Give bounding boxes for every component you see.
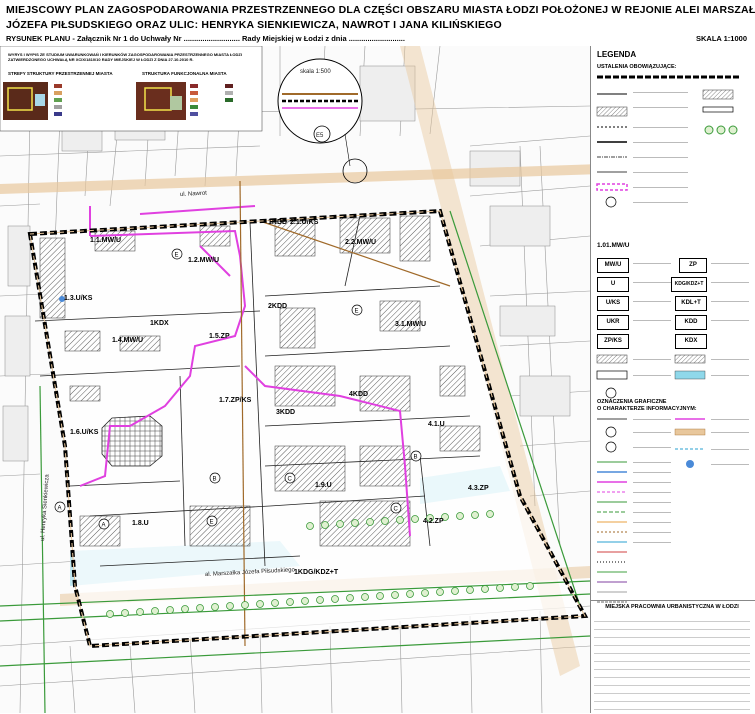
inset-right-title: STRUKTURA FUNKCJONALNA MIASTA — [142, 71, 227, 76]
svg-text:B: B — [213, 477, 217, 483]
inset-left-title: STREFY STRUKTURY PRZESTRZENNEJ MIASTA — [8, 71, 113, 76]
marker-a: A — [98, 518, 110, 530]
zone-label[interactable]: 2.1.U/KS — [290, 219, 319, 226]
zone-label[interactable]: 1.5.ZP — [209, 333, 230, 340]
svg-text:E: E — [175, 253, 179, 259]
detail-code: E5 — [316, 133, 324, 139]
zone-label[interactable]: 4.3.ZP — [468, 485, 489, 492]
legend-zone-example: 1.01.MW/U — [597, 242, 630, 249]
zone-label[interactable]: 2KDD — [268, 303, 287, 310]
detail-scale-label: skala 1:500 — [300, 69, 331, 75]
zone-label[interactable]: 1KDD — [268, 219, 287, 226]
marker-b: B — [410, 450, 422, 462]
marker-c: C — [284, 472, 296, 484]
inset-note: WYRYS I WYPIS ZE STUDIUM UWARUNKOWAŃ I K… — [6, 50, 261, 120]
zone-label[interactable]: 1.8.U — [132, 520, 149, 527]
legend-section-binding: USTALENIA OBOWIĄZUJĄCE: — [597, 64, 677, 70]
marker-e: E — [351, 304, 363, 316]
legend-title: LEGENDA — [597, 50, 637, 59]
zone-label[interactable]: 3KDD — [276, 409, 295, 416]
map-canvas[interactable]: skala 1:500 E5 al. Marszałka Józefa Piłs… — [0, 46, 590, 713]
title-block-office: MIEJSKA PRACOWNIA URBANISTYCZNA W ŁODZI — [605, 604, 739, 610]
marker-a: A — [54, 501, 66, 513]
marker-c: C — [390, 502, 402, 514]
grid-building — [101, 415, 163, 467]
plan-header: MIEJSCOWY PLAN ZAGOSPODAROWANIA PRZESTRZ… — [0, 0, 755, 46]
zone-label[interactable]: 3.1.MW/U — [395, 321, 426, 328]
legend-code-box: ZP/KS — [597, 334, 629, 349]
plan-scale: SKALA 1:1000 — [696, 34, 747, 43]
plan-title-line1: MIEJSCOWY PLAN ZAGOSPODAROWANIA PRZESTRZ… — [6, 4, 755, 16]
plan-title-line2: JÓZEFA PIŁSUDSKIEGO ORAZ ULIC: HENRYKA S… — [6, 19, 502, 31]
legend-code-descriptions — [633, 263, 749, 321]
svg-text:E: E — [355, 309, 359, 315]
inset-description: WYRYS I WYPIS ZE STUDIUM UWARUNKOWAŃ I K… — [8, 52, 242, 62]
zone-label[interactable]: 1.6.U/KS — [70, 429, 99, 436]
zone-label[interactable]: 1.3.U/KS — [64, 295, 93, 302]
marker-e: E — [206, 515, 218, 527]
svg-text:E: E — [210, 520, 214, 526]
plan-subline: RYSUNEK PLANU - Załącznik Nr 1 do Uchwał… — [6, 34, 405, 43]
title-block: MIEJSKA PRACOWNIA URBANISTYCZNA W ŁODZI — [590, 600, 755, 714]
zone-label[interactable]: 4KDD — [349, 391, 368, 398]
zone-label[interactable]: 4.1.U — [428, 421, 445, 428]
zone-label[interactable]: 1.4.MW/U — [112, 337, 143, 344]
svg-text:B: B — [414, 455, 418, 461]
zone-label[interactable]: 1.1.MW/U — [90, 237, 121, 244]
svg-text:C: C — [288, 477, 293, 483]
svg-text:A: A — [58, 506, 62, 512]
zone-label[interactable]: 1KDG/KDZ+T — [294, 569, 339, 576]
zone-label[interactable]: 4.2.ZP — [423, 518, 444, 525]
svg-text:C: C — [394, 507, 399, 513]
zone-label[interactable]: 1.2.MW/U — [188, 257, 219, 264]
zone-label[interactable]: 1.9.U — [315, 482, 332, 489]
marker-b: B — [209, 472, 221, 484]
zone-label[interactable]: 2.2.MW/U — [345, 239, 376, 246]
legend-code-box: KDX — [675, 334, 707, 349]
zone-label[interactable]: 1.7.ZP/KS — [219, 397, 252, 404]
marker-e: E — [171, 248, 183, 260]
zone-label[interactable]: 1KDX — [150, 320, 169, 327]
svg-text:A: A — [102, 523, 106, 529]
legend-section-informative-1: OZNACZENIA GRAFICZNE — [597, 399, 667, 405]
legend-section-informative-2: O CHARAKTERZE INFORMACYJNYM: — [597, 406, 697, 412]
